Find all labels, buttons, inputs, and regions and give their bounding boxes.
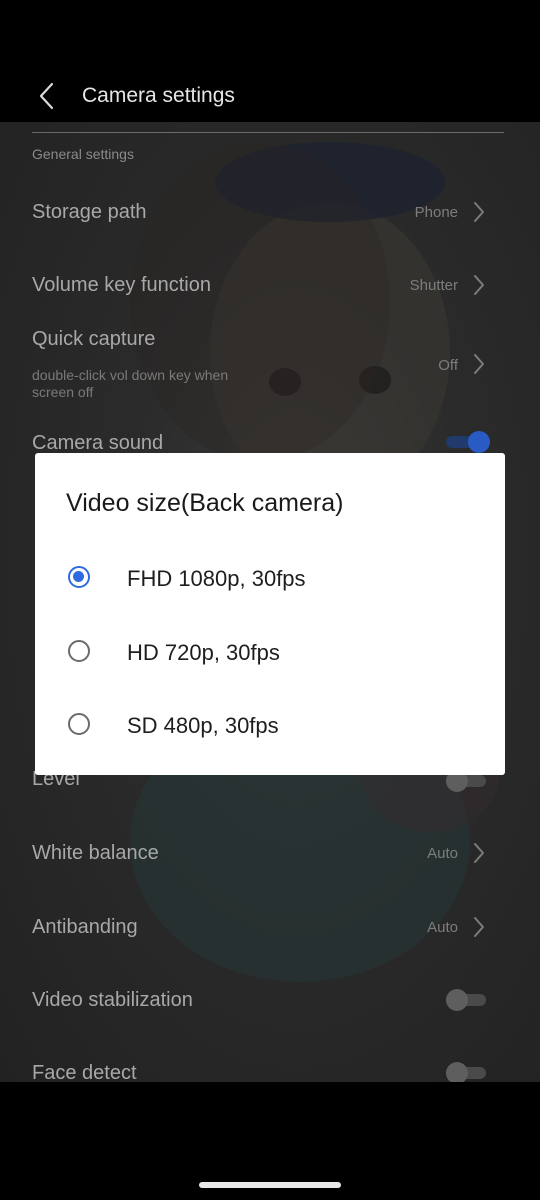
header-divider <box>32 132 504 133</box>
video-stabilization-label: Video stabilization <box>32 989 193 1011</box>
storage-path-label: Storage path <box>32 201 147 223</box>
option-label: FHD 1080p, 30fps <box>127 566 306 591</box>
option-hd-720p[interactable]: HD 720p, 30fps <box>35 620 505 686</box>
toggle-knob <box>446 989 468 1011</box>
radio-unselected-icon[interactable] <box>68 640 90 662</box>
antibanding-value: Auto <box>427 919 458 936</box>
option-sd-480p[interactable]: SD 480p, 30fps <box>35 693 505 759</box>
camera-sound-label: Camera sound <box>32 432 164 454</box>
chevron-right-icon <box>474 917 484 937</box>
video-stabilization-toggle[interactable] <box>446 989 490 1011</box>
option-label: SD 480p, 30fps <box>127 713 279 738</box>
dialog-title: Video size(Back camera) <box>66 489 344 517</box>
radio-unselected-icon[interactable] <box>68 713 90 735</box>
navigation-bar <box>0 1082 540 1200</box>
chevron-left-icon[interactable] <box>34 80 58 112</box>
quick-capture-value: Off <box>438 357 458 374</box>
option-label: HD 720p, 30fps <box>127 640 280 665</box>
chevron-right-icon <box>474 275 484 295</box>
antibanding-label: Antibanding <box>32 916 138 938</box>
section-header: General settings <box>32 146 134 162</box>
page-title: Camera settings <box>82 84 235 107</box>
storage-path-value: Phone <box>414 204 458 221</box>
white-balance-value: Auto <box>427 845 458 862</box>
white-balance-label: White balance <box>32 842 159 864</box>
volume-key-label: Volume key function <box>32 274 211 296</box>
camera-sound-toggle[interactable] <box>446 431 490 453</box>
toggle-knob <box>468 431 490 453</box>
option-fhd-1080p[interactable]: FHD 1080p, 30fps <box>35 546 505 612</box>
chevron-right-icon <box>474 202 484 222</box>
face-detect-label: Face detect <box>32 1062 137 1082</box>
quick-capture-label: Quick capture <box>32 328 156 350</box>
top-app-bar: Camera settings <box>0 0 540 122</box>
chevron-right-icon <box>474 843 484 863</box>
chevron-right-icon <box>474 354 484 374</box>
face-detect-toggle[interactable] <box>446 1062 490 1082</box>
radio-selected-icon[interactable] <box>68 566 90 588</box>
volume-key-value: Shutter <box>409 277 458 294</box>
toggle-knob <box>446 1062 468 1082</box>
home-indicator[interactable] <box>199 1182 341 1188</box>
video-size-dialog: Video size(Back camera) FHD 1080p, 30fps… <box>35 453 505 775</box>
quick-capture-description: double-click vol down key when screen of… <box>32 367 229 400</box>
screen: Camera settings General settings Storage… <box>0 0 540 1200</box>
